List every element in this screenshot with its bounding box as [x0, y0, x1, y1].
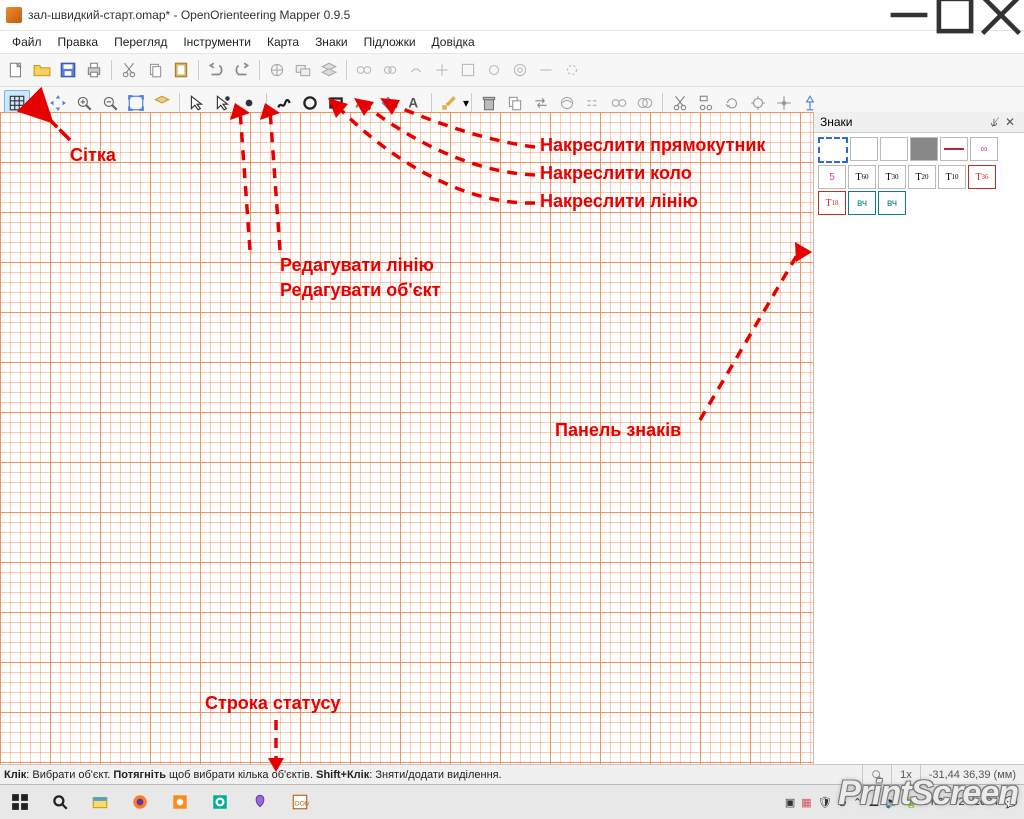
tray-icon[interactable]: ▣	[785, 796, 795, 809]
start-button[interactable]	[0, 785, 40, 819]
misc-button-1[interactable]	[352, 58, 376, 82]
system-tray[interactable]: ▣ ▦ 🛡 ⊕ ⌃ ☁ 🔊 🔋 УКР 1/24/2024 💬	[785, 796, 1024, 809]
georef-button[interactable]	[265, 58, 289, 82]
misc-button-6[interactable]	[482, 58, 506, 82]
symbol-cell[interactable]	[880, 137, 908, 161]
menu-map[interactable]: Карта	[259, 33, 307, 51]
content-area: Знаки ⫝̸ ✕ ∞ 5 T60 T30 T20 T10 T36 T18 в…	[0, 112, 1024, 765]
new-file-button[interactable]	[4, 58, 28, 82]
misc-button-5[interactable]	[456, 58, 480, 82]
open-file-button[interactable]	[30, 58, 54, 82]
statusbar: Клік: Вибрати об'єкт. Потягніть щоб вибр…	[0, 764, 1024, 785]
misc-button-9[interactable]	[560, 58, 584, 82]
symbols-panel: Знаки ⫝̸ ✕ ∞ 5 T60 T30 T20 T10 T36 T18 в…	[813, 112, 1024, 765]
symbol-grid[interactable]: ∞ 5 T60 T30 T20 T10 T36 T18 вч вч	[814, 133, 1024, 219]
tray-icon[interactable]: ☁	[868, 796, 879, 809]
close-button[interactable]	[978, 0, 1024, 30]
pin-icon[interactable]: ⫝̸	[986, 114, 1002, 130]
misc-button-8[interactable]	[534, 58, 558, 82]
status-zoom-icon[interactable]	[862, 765, 891, 785]
tray-icon[interactable]: ⊕	[838, 796, 847, 809]
svg-text:OOM: OOM	[294, 800, 309, 807]
copy-button[interactable]	[143, 58, 167, 82]
misc-button-2[interactable]	[378, 58, 402, 82]
menu-view[interactable]: Перегляд	[106, 33, 175, 51]
save-file-button[interactable]	[56, 58, 80, 82]
status-coords-value: -31,44 36,39	[929, 769, 991, 781]
tray-icon[interactable]: 🔊	[885, 796, 899, 809]
symbol-cell[interactable]: ∞	[970, 137, 998, 161]
tray-date: 1/24/2024	[949, 796, 998, 808]
status-coords: -31,44 36,39 (мм)	[920, 765, 1024, 785]
toolbar-main	[0, 54, 1024, 87]
status-zoom[interactable]: 1x	[891, 765, 920, 785]
misc-button-7[interactable]	[508, 58, 532, 82]
print-button[interactable]	[82, 58, 106, 82]
map-canvas[interactable]	[0, 112, 813, 765]
explorer-button[interactable]	[80, 785, 120, 819]
misc-button-3[interactable]	[404, 58, 428, 82]
symbol-cell[interactable]: вч	[878, 191, 906, 215]
paste-button[interactable]	[169, 58, 193, 82]
menu-templates[interactable]: Підложки	[356, 33, 424, 51]
app-icon	[6, 7, 22, 23]
menu-tools[interactable]: Інструменти	[175, 33, 259, 51]
tray-lang[interactable]: УКР	[925, 797, 944, 808]
misc-button-4[interactable]	[430, 58, 454, 82]
symbol-cell[interactable]: вч	[848, 191, 876, 215]
menu-symbols[interactable]: Знаки	[307, 33, 356, 51]
symbols-panel-title: Знаки ⫝̸ ✕	[814, 112, 1024, 133]
app-teal-button[interactable]	[200, 785, 240, 819]
firefox-button[interactable]	[120, 785, 160, 819]
symbol-cell[interactable]: T60	[848, 165, 876, 189]
maximize-button[interactable]	[932, 0, 978, 30]
symbol-cell[interactable]	[910, 137, 938, 161]
app-orange-button[interactable]	[160, 785, 200, 819]
symbol-cell[interactable]: T36	[968, 165, 996, 189]
symbol-cell[interactable]: T18	[818, 191, 846, 215]
layers-button[interactable]	[317, 58, 341, 82]
redo-button[interactable]	[230, 58, 254, 82]
tray-icon[interactable]: ⌃	[853, 796, 862, 809]
tray-icon[interactable]: 🔋	[905, 796, 919, 809]
symbol-cell[interactable]	[850, 137, 878, 161]
symbol-cell[interactable]: 5	[818, 165, 846, 189]
status-hint: Клік: Вибрати об'єкт. Потягніть щоб вибр…	[0, 769, 862, 781]
tray-icon[interactable]: 🛡	[818, 796, 832, 809]
symbol-cell[interactable]	[940, 137, 968, 161]
menu-help[interactable]: Довідка	[424, 33, 483, 51]
window-title: зал-швидкий-старт.omap* - OpenOrienteeri…	[28, 8, 350, 22]
menubar: Файл Правка Перегляд Інструменти Карта З…	[0, 31, 1024, 54]
cut-button[interactable]	[117, 58, 141, 82]
symbol-cell[interactable]: T20	[908, 165, 936, 189]
svg-text:A: A	[408, 96, 418, 111]
templates-button[interactable]	[291, 58, 315, 82]
notifications-icon[interactable]: 💬	[1004, 796, 1018, 809]
menu-file[interactable]: Файл	[4, 33, 50, 51]
mapper-app-button[interactable]: OOM	[280, 785, 320, 819]
symbol-cell[interactable]	[818, 137, 848, 163]
app-purple-button[interactable]	[240, 785, 280, 819]
menu-edit[interactable]: Правка	[50, 33, 107, 51]
undo-button[interactable]	[204, 58, 228, 82]
minimize-button[interactable]	[886, 0, 932, 30]
status-coords-unit: (мм)	[994, 769, 1016, 781]
titlebar: зал-швидкий-старт.omap* - OpenOrienteeri…	[0, 0, 1024, 31]
tray-icon[interactable]: ▦	[801, 796, 811, 809]
symbols-panel-label: Знаки	[820, 115, 986, 129]
close-panel-icon[interactable]: ✕	[1002, 114, 1018, 130]
symbol-cell[interactable]: T30	[878, 165, 906, 189]
symbol-cell[interactable]: T10	[938, 165, 966, 189]
search-button[interactable]	[40, 785, 80, 819]
os-taskbar: OOM ▣ ▦ 🛡 ⊕ ⌃ ☁ 🔊 🔋 УКР 1/24/2024 💬	[0, 784, 1024, 819]
